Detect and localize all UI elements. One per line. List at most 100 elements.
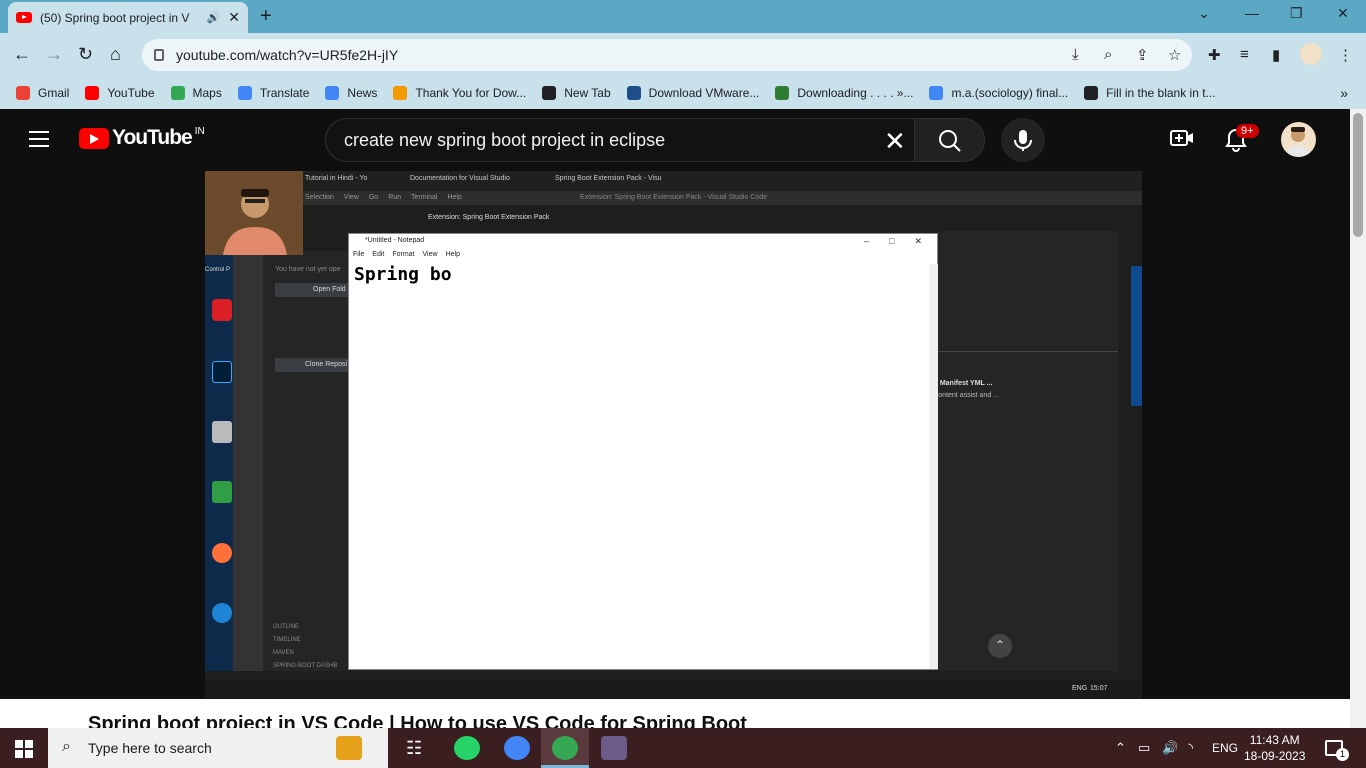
video-tab-2: Documentation for Visual Studio: [410, 175, 510, 182]
install-icon[interactable]: ⤓: [1072, 46, 1079, 63]
video-windows-taskbar: [205, 680, 1142, 699]
open-folder-button: Open Fold: [275, 283, 350, 297]
java-ide-icon[interactable]: [601, 736, 627, 760]
page-scrollbar[interactable]: [1350, 109, 1366, 729]
back-arrow-icon[interactable]: ←: [13, 44, 31, 65]
vscode-outline-list: OUTLINE TIMELINE MAVEN SPRING-BOOT DASHB: [273, 621, 337, 673]
blue-panel: [1131, 266, 1142, 406]
notepad-window[interactable]: *Untitled - Notepad – □ ✕ File Edit Format…: [348, 233, 938, 670]
chrome-menu-icon[interactable]: ⋮: [1338, 46, 1353, 64]
volume-icon[interactable]: 🔊: [1162, 740, 1178, 756]
photoshop-icon: [212, 361, 232, 383]
tab-close-icon[interactable]: ✕: [228, 9, 240, 26]
battery-icon[interactable]: ▭: [1138, 740, 1150, 756]
bookmark-favicon-icon: [929, 86, 944, 100]
extensions-icon[interactable]: ✚: [1208, 46, 1221, 64]
vscode-menu: Selection View Go Run Terminal Help: [305, 194, 462, 201]
video-title[interactable]: Spring boot project in VS Code | How to …: [88, 713, 747, 728]
video-taskbar-time: 15:07: [1090, 685, 1108, 692]
profile-avatar[interactable]: [1300, 43, 1322, 65]
search-button[interactable]: [914, 118, 985, 162]
bookmark-star-icon[interactable]: ☆: [1168, 46, 1181, 64]
youtube-logo[interactable]: YouTube IN: [79, 126, 205, 150]
tab-title: (50) Spring boot project in V: [40, 10, 190, 25]
account-avatar[interactable]: [1281, 122, 1316, 157]
video-player[interactable]: Tutorial in Hindi - Yo Documentation for…: [205, 171, 1142, 699]
menu-icon[interactable]: [29, 131, 49, 147]
bookmark-item[interactable]: Fill in the blank in t...: [1084, 86, 1216, 100]
bookmark-item[interactable]: Maps: [170, 86, 222, 100]
notepad-menu: File Edit Format View Help: [349, 251, 939, 263]
bookmark-item[interactable]: m.a.(sociology) final...: [929, 86, 1068, 100]
presenter-webcam: [205, 171, 303, 255]
youtube-play-icon: [79, 127, 109, 149]
outline-item: MAVEN: [273, 650, 294, 656]
new-tab-button[interactable]: +: [260, 5, 272, 28]
outline-item: TIMELINE: [273, 637, 301, 643]
search-icon: [939, 130, 961, 152]
forward-arrow-icon[interactable]: →: [45, 44, 63, 65]
browser-tab[interactable]: (50) Spring boot project in V 🔊 ✕: [8, 2, 248, 33]
notepad-scrollbar: [929, 264, 938, 669]
search-input[interactable]: create new spring boot project in eclips…: [325, 118, 925, 162]
bookmark-label: Download VMware...: [648, 86, 760, 100]
clear-search-icon[interactable]: ✕: [884, 126, 906, 157]
camtasia-icon: [212, 481, 232, 503]
bookmark-item[interactable]: Downloading . . . . »...: [775, 86, 913, 100]
desktop-icon-label: Control P: [205, 267, 231, 273]
bookmark-favicon-icon: [170, 86, 185, 100]
notepad-menu-item: Format: [392, 251, 415, 258]
speaker-icon[interactable]: 🔊: [207, 11, 221, 24]
create-video-icon[interactable]: [1170, 128, 1194, 154]
bookmark-label: Fill in the blank in t...: [1106, 86, 1216, 100]
minimize-button[interactable]: —: [1245, 5, 1259, 21]
chrome-icon[interactable]: [504, 736, 530, 760]
bookmark-item[interactable]: Gmail: [16, 86, 69, 100]
vscode-menu-item: View: [343, 194, 359, 201]
vscode-menu-item: Run: [388, 194, 402, 201]
vscode-sidebar: [263, 251, 348, 671]
whatsapp-icon[interactable]: [454, 736, 480, 760]
home-icon[interactable]: ⌂: [110, 44, 121, 65]
close-window-button[interactable]: ✕: [1337, 5, 1349, 22]
scrollbar-thumb[interactable]: [1353, 113, 1363, 237]
divider: [938, 351, 1118, 352]
task-view-icon[interactable]: ☷: [406, 738, 422, 759]
notepad-menu-item: File: [353, 251, 365, 258]
voice-search-button[interactable]: [1001, 118, 1045, 162]
clone-repo-button: Clone Reposi: [275, 358, 350, 372]
language-indicator[interactable]: ENG: [1212, 741, 1238, 755]
notepad-menu-item: Edit: [372, 251, 385, 258]
tray-chevron-icon[interactable]: ⌃: [1115, 740, 1126, 756]
share-icon[interactable]: ⇪: [1136, 46, 1149, 64]
taskbar-clock[interactable]: 11:43 AM 18-09-2023: [1244, 732, 1305, 764]
clock-time: 11:43 AM: [1249, 733, 1300, 747]
logo-text: YouTube: [112, 126, 193, 149]
reload-icon[interactable]: ↻: [78, 44, 93, 65]
bookmark-item[interactable]: News: [325, 86, 377, 100]
bookmark-item[interactable]: Translate: [237, 86, 310, 100]
side-panel-icon[interactable]: ▮: [1272, 46, 1280, 64]
bookmark-label: New Tab: [564, 86, 611, 100]
bookmark-item[interactable]: Download VMware...: [626, 86, 760, 100]
vscode-activity-bar: [233, 251, 263, 671]
bookmark-item[interactable]: Thank You for Dow...: [393, 86, 526, 100]
vscode-menu-item: Selection: [305, 194, 334, 201]
bookmark-item[interactable]: New Tab: [542, 86, 611, 100]
bookmark-item[interactable]: YouTube: [85, 86, 155, 100]
bookmark-label: Translate: [259, 86, 310, 100]
tab-search-icon[interactable]: ⌄: [1198, 5, 1210, 22]
vscode-extension-panel: [938, 231, 1118, 671]
briefcase-icon[interactable]: [336, 736, 362, 760]
video-tab-3: Spring Boot Extension Pack - Visu: [555, 175, 662, 182]
creative-cloud-icon: [212, 299, 232, 321]
zoom-icon[interactable]: ⌕: [1104, 46, 1112, 63]
chrome-profile-icon[interactable]: [552, 736, 578, 760]
more-bookmarks-icon[interactable]: »: [1340, 85, 1348, 101]
restore-button[interactable]: ❐: [1290, 5, 1303, 22]
start-button[interactable]: [15, 740, 33, 758]
wifi-icon[interactable]: ◝: [1188, 740, 1193, 756]
media-control-icon[interactable]: ≡: [1240, 46, 1249, 63]
address-bar[interactable]: youtube.com/watch?v=UR5fe2H-jIY: [142, 39, 1192, 71]
youtube-favicon-icon: [16, 12, 32, 23]
